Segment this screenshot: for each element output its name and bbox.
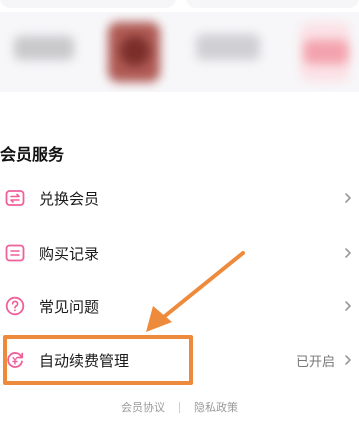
chevron-right-icon [345,301,351,311]
top-card-right[interactable] [186,0,359,8]
promo-banner[interactable] [0,12,359,92]
chevron-right-icon [345,355,351,365]
blurred-text-block [196,34,260,60]
exchange-ticket-icon [5,188,25,208]
menu-item-label: 购买记录 [39,244,100,263]
menu-item-label: 兑换会员 [39,189,100,208]
menu-item-purchase-history[interactable]: 购买记录 [0,233,359,273]
chevron-right-icon [345,193,351,203]
auto-renewal-status: 已开启 [295,354,335,370]
annotation-highlight-box [3,335,193,385]
chevron-right-icon [345,248,351,258]
menu-item-label: 常见问题 [39,297,100,316]
menu-item-faq[interactable]: 常见问题 [0,286,359,326]
receipt-icon [5,243,25,263]
membership-agreement-link[interactable]: 会员协议 [121,399,165,415]
menu-item-redeem-membership[interactable]: 兑换会员 [0,178,359,218]
blurred-text-block [14,36,74,60]
section-title: 会员服务 [0,145,65,164]
footer-links: 会员协议 隐私政策 [0,399,359,415]
question-circle-icon [5,296,25,316]
blurred-image-detail [120,36,150,66]
privacy-policy-link[interactable]: 隐私政策 [194,399,238,415]
top-card-left[interactable] [0,0,176,8]
footer-divider [179,401,180,413]
blurred-icon [304,40,348,64]
